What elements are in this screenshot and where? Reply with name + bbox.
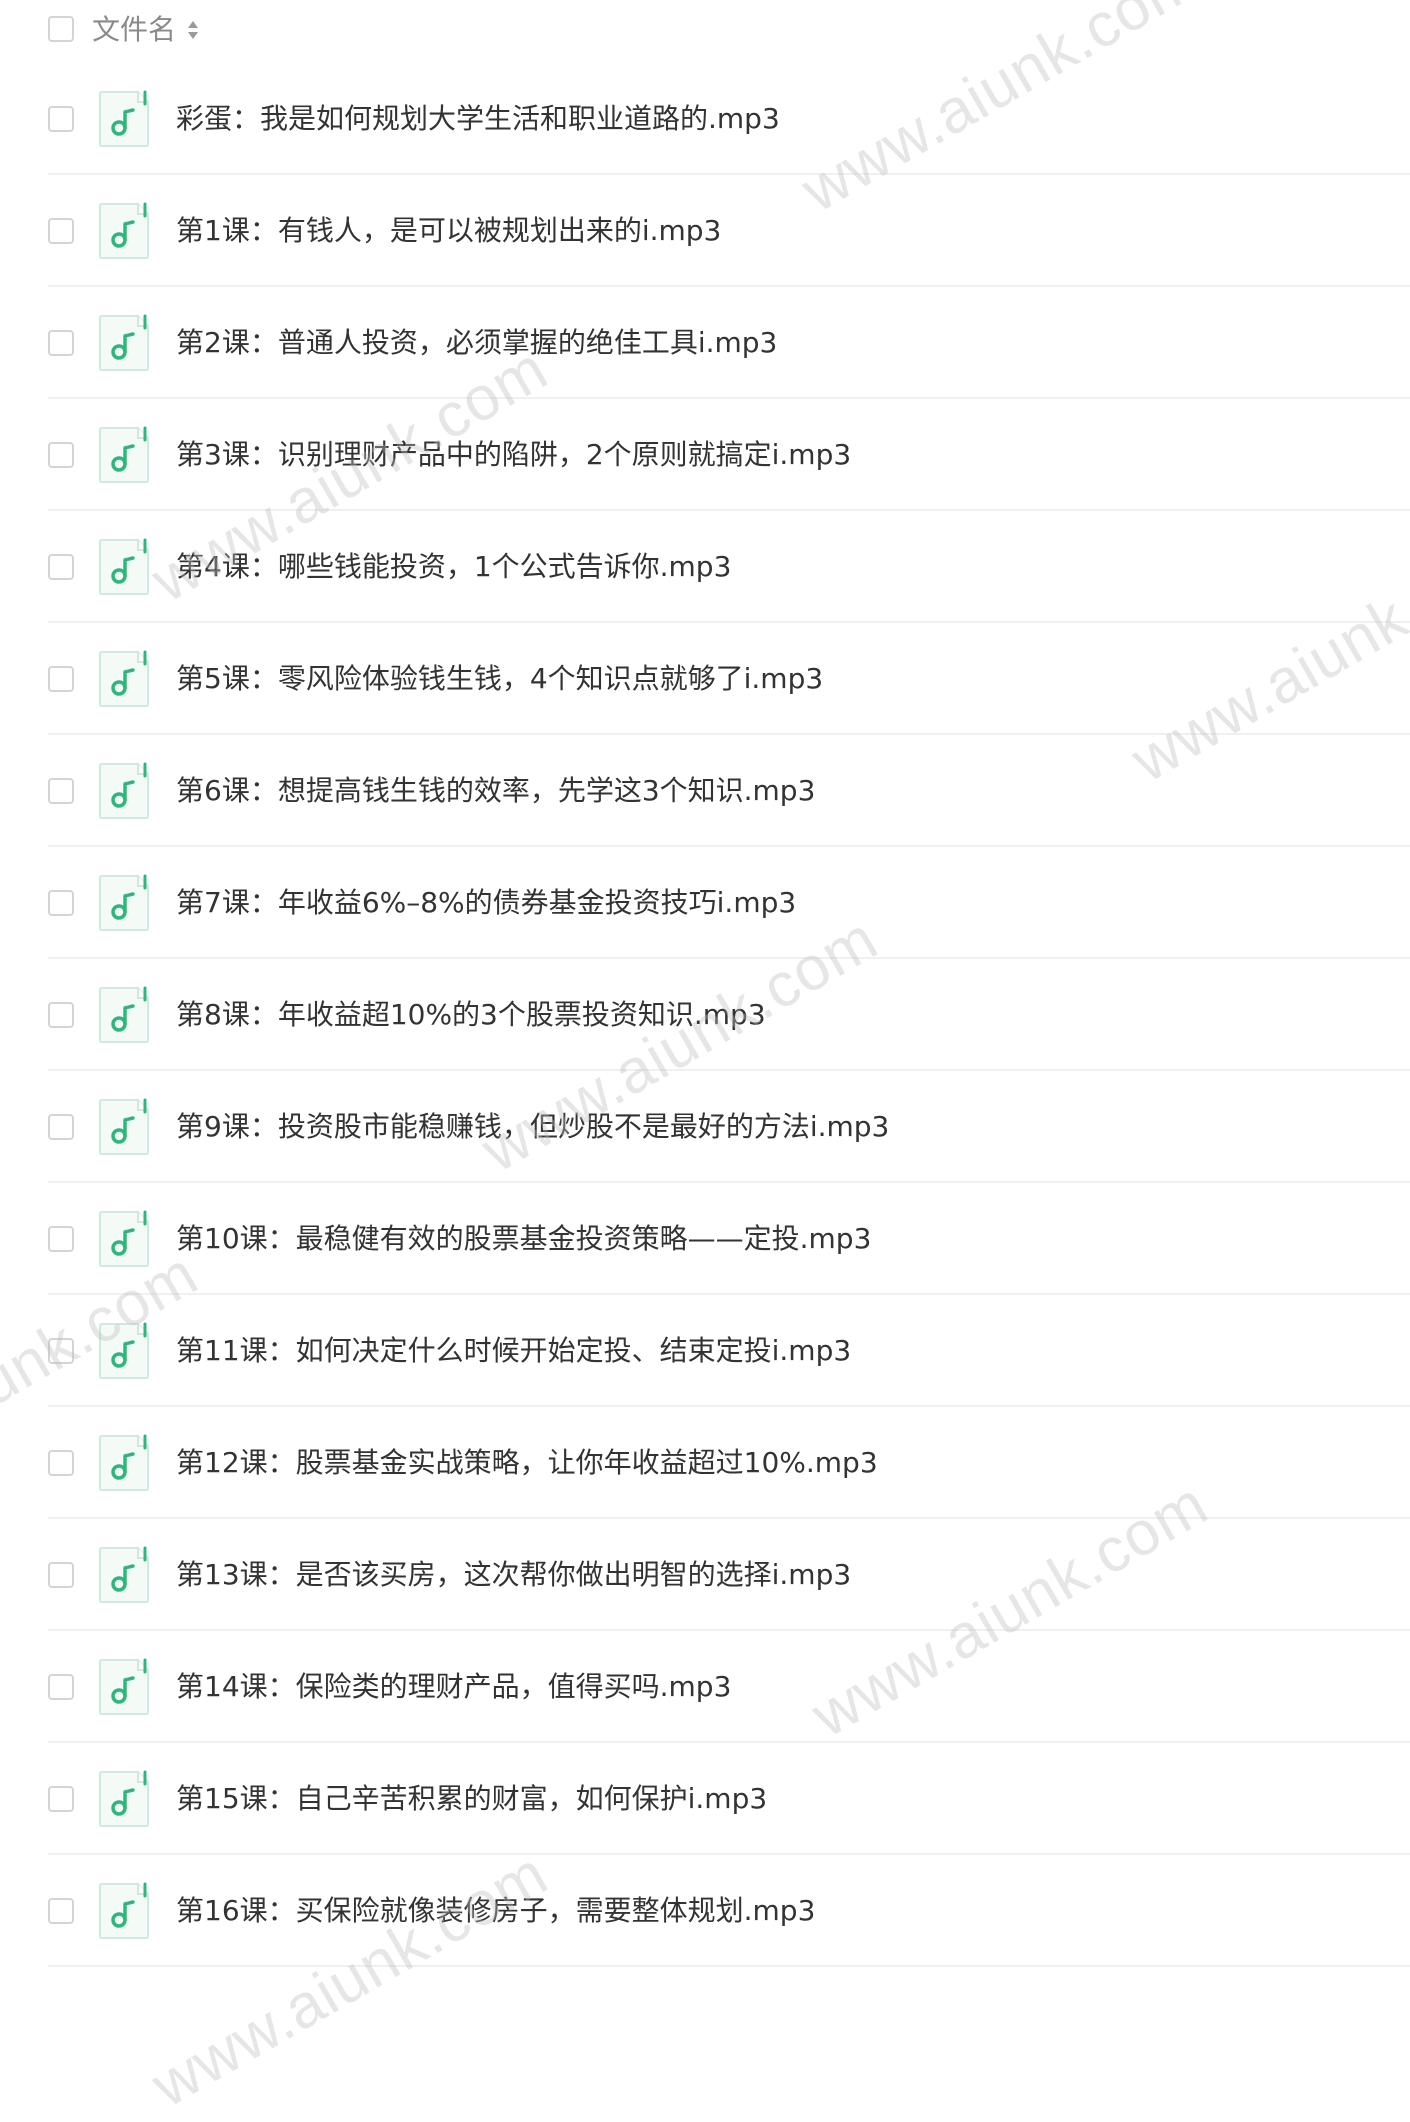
music-file-icon [98,1322,150,1380]
file-row[interactable]: 第16课：买保险就像装修房子，需要整体规划.mp3 [0,1855,1410,1967]
sort-icon[interactable] [186,16,200,44]
music-file-icon [98,426,150,484]
file-row[interactable]: 第3课：识别理财产品中的陷阱，2个原则就搞定i.mp3 [0,399,1410,511]
file-row[interactable]: 第11课：如何决定什么时候开始定投、结束定投i.mp3 [0,1295,1410,1407]
music-file-icon [98,1882,150,1940]
file-row[interactable]: 第2课：普通人投资，必须掌握的绝佳工具i.mp3 [0,287,1410,399]
row-checkbox[interactable] [48,890,74,916]
file-name[interactable]: 第6课：想提高钱生钱的效率，先学这3个知识.mp3 [176,771,815,811]
file-row[interactable]: 第10课：最稳健有效的股票基金投资策略——定投.mp3 [0,1183,1410,1295]
file-row[interactable]: 第12课：股票基金实战策略，让你年收益超过10%.mp3 [0,1407,1410,1519]
row-checkbox[interactable] [48,554,74,580]
row-checkbox[interactable] [48,106,74,132]
music-file-icon [98,538,150,596]
row-checkbox[interactable] [48,1898,74,1924]
row-checkbox[interactable] [48,778,74,804]
file-row[interactable]: 第7课：年收益6%–8%的债券基金投资技巧i.mp3 [0,847,1410,959]
row-checkbox[interactable] [48,1562,74,1588]
file-row[interactable]: 第8课：年收益超10%的3个股票投资知识.mp3 [0,959,1410,1071]
file-list: 文件名 彩蛋：我是如何规划大学生活和职业道路的.mp3 第1课：有钱人，是可以被规… [0,0,1410,1967]
file-row[interactable]: 第9课：投资股市能稳赚钱，但炒股不是最好的方法i.mp3 [0,1071,1410,1183]
file-name[interactable]: 第12课：股票基金实战策略，让你年收益超过10%.mp3 [176,1443,878,1483]
file-row[interactable]: 第5课：零风险体验钱生钱，4个知识点就够了i.mp3 [0,623,1410,735]
file-row[interactable]: 彩蛋：我是如何规划大学生活和职业道路的.mp3 [0,63,1410,175]
music-file-icon [98,1098,150,1156]
file-row[interactable]: 第15课：自己辛苦积累的财富，如何保护i.mp3 [0,1743,1410,1855]
file-name[interactable]: 第3课：识别理财产品中的陷阱，2个原则就搞定i.mp3 [176,435,851,475]
row-checkbox[interactable] [48,666,74,692]
row-checkbox[interactable] [48,1226,74,1252]
file-row[interactable]: 第4课：哪些钱能投资，1个公式告诉你.mp3 [0,511,1410,623]
file-name[interactable]: 第4课：哪些钱能投资，1个公式告诉你.mp3 [176,547,731,587]
music-file-icon [98,1434,150,1492]
music-file-icon [98,650,150,708]
file-row[interactable]: 第14课：保险类的理财产品，值得买吗.mp3 [0,1631,1410,1743]
select-all-checkbox[interactable] [48,16,74,42]
file-name[interactable]: 第16课：买保险就像装修房子，需要整体规划.mp3 [176,1891,815,1931]
file-row[interactable]: 第1课：有钱人，是可以被规划出来的i.mp3 [0,175,1410,287]
music-file-icon [98,314,150,372]
file-name[interactable]: 第1课：有钱人，是可以被规划出来的i.mp3 [176,211,721,251]
file-name[interactable]: 第11课：如何决定什么时候开始定投、结束定投i.mp3 [176,1331,851,1371]
file-list-header: 文件名 [0,0,1410,60]
file-rows: 彩蛋：我是如何规划大学生活和职业道路的.mp3 第1课：有钱人，是可以被规划出来的… [0,63,1410,1967]
row-checkbox[interactable] [48,442,74,468]
file-name[interactable]: 彩蛋：我是如何规划大学生活和职业道路的.mp3 [176,99,780,139]
file-name[interactable]: 第15课：自己辛苦积累的财富，如何保护i.mp3 [176,1779,767,1819]
file-name[interactable]: 第5课：零风险体验钱生钱，4个知识点就够了i.mp3 [176,659,823,699]
row-checkbox[interactable] [48,1114,74,1140]
file-name[interactable]: 第8课：年收益超10%的3个股票投资知识.mp3 [176,995,766,1035]
row-checkbox[interactable] [48,1786,74,1812]
row-checkbox[interactable] [48,218,74,244]
music-file-icon [98,1770,150,1828]
music-file-icon [98,202,150,260]
row-checkbox[interactable] [48,1338,74,1364]
music-file-icon [98,1658,150,1716]
file-name[interactable]: 第2课：普通人投资，必须掌握的绝佳工具i.mp3 [176,323,777,363]
file-name[interactable]: 第13课：是否该买房，这次帮你做出明智的选择i.mp3 [176,1555,851,1595]
music-file-icon [98,1546,150,1604]
file-name[interactable]: 第14课：保险类的理财产品，值得买吗.mp3 [176,1667,731,1707]
row-checkbox[interactable] [48,1450,74,1476]
music-file-icon [98,762,150,820]
file-row[interactable]: 第13课：是否该买房，这次帮你做出明智的选择i.mp3 [0,1519,1410,1631]
music-file-icon [98,90,150,148]
file-name[interactable]: 第9课：投资股市能稳赚钱，但炒股不是最好的方法i.mp3 [176,1107,889,1147]
file-name[interactable]: 第7课：年收益6%–8%的债券基金投资技巧i.mp3 [176,883,796,923]
file-row[interactable]: 第6课：想提高钱生钱的效率，先学这3个知识.mp3 [0,735,1410,847]
music-file-icon [98,986,150,1044]
music-file-icon [98,1210,150,1268]
row-checkbox[interactable] [48,1674,74,1700]
music-file-icon [98,874,150,932]
file-name[interactable]: 第10课：最稳健有效的股票基金投资策略——定投.mp3 [176,1219,871,1259]
row-checkbox[interactable] [48,1002,74,1028]
row-checkbox[interactable] [48,330,74,356]
column-header-filename[interactable]: 文件名 [92,10,176,50]
